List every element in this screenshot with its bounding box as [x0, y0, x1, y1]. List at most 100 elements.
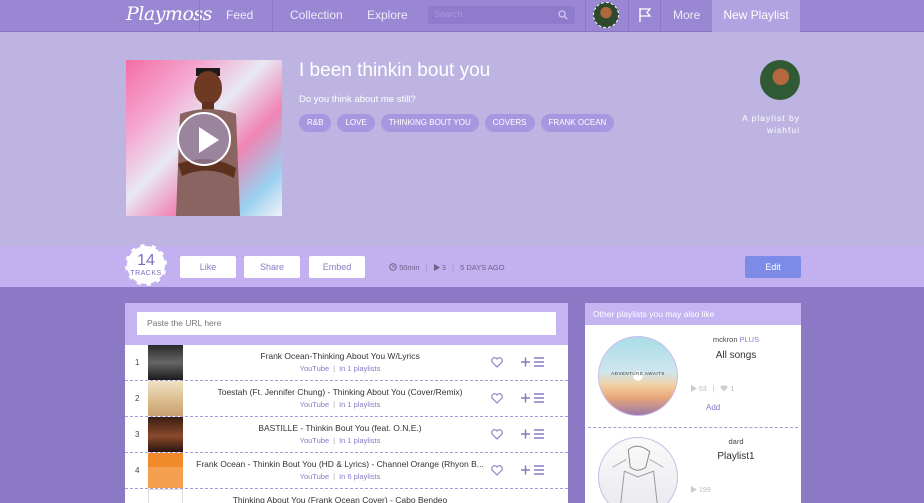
- track-source-link[interactable]: YouTube: [300, 436, 329, 445]
- related-playlist-card[interactable]: dard Playlist1 199: [585, 427, 801, 503]
- nav-divider: [585, 0, 586, 32]
- track-row[interactable]: 1 Frank Ocean-Thinking About You W/Lyric…: [125, 345, 568, 381]
- edit-button[interactable]: Edit: [745, 256, 801, 278]
- plays-count: 199: [698, 487, 711, 494]
- nav-more-link[interactable]: More: [673, 0, 700, 32]
- add-track-bar: [125, 303, 568, 345]
- track-count: 14: [137, 252, 155, 269]
- track-source-link[interactable]: YouTube: [300, 364, 329, 373]
- like-button[interactable]: Like: [180, 256, 236, 278]
- nav-feed-link[interactable]: Feed: [226, 0, 253, 32]
- track-playlists-link[interactable]: In 1 playlists: [339, 436, 380, 445]
- track-thumbnail: [148, 489, 183, 503]
- playlist-meta: 50min | 3 | 5 DAYS AGO: [389, 263, 505, 272]
- flag-icon[interactable]: [638, 7, 652, 23]
- new-playlist-button[interactable]: New Playlist: [712, 0, 800, 32]
- nav-collection-link[interactable]: Collection: [290, 0, 343, 32]
- nav-divider: [660, 0, 661, 32]
- playlist-description: Do you think about me still?: [299, 94, 416, 105]
- track-row[interactable]: Thinking About You (Frank Ocean Cover) -…: [125, 489, 568, 503]
- tag-frank-ocean[interactable]: FRANK OCEAN: [540, 114, 615, 132]
- playlist-cover-image: [126, 60, 282, 216]
- track-meta: YouTube | In 1 playlists: [299, 364, 381, 373]
- search-input[interactable]: Search: [428, 6, 575, 24]
- track-title[interactable]: Toestah (Ft. Jennifer Chung) - Thinking …: [187, 387, 493, 397]
- track-count-badge: 14 TRACKS: [125, 244, 167, 286]
- track-thumbnail: [148, 345, 183, 380]
- playlist-disc-image[interactable]: ADVENTURE AWAITS: [598, 336, 678, 416]
- nav-divider: [272, 0, 273, 32]
- heart-icon[interactable]: [491, 465, 503, 476]
- tag-thinking-bout-you[interactable]: THINKING BOUT YOU: [380, 114, 479, 132]
- add-to-queue-icon[interactable]: [521, 465, 545, 476]
- related-playlist-name[interactable]: All songs: [685, 350, 787, 361]
- plus-badge: PLUS: [739, 335, 760, 344]
- playlist-action-bar: 14 TRACKS Like Share Embed 50min | 3 | 5…: [0, 244, 924, 287]
- track-row[interactable]: 4 Frank Ocean - Thinkin Bout You (HD & L…: [125, 453, 568, 489]
- owner-username[interactable]: mckron: [713, 335, 738, 344]
- top-navigation-bar: Playmoss Feed Collection Explore Search …: [0, 0, 924, 32]
- nav-divider: [199, 0, 200, 32]
- byline-label: A playlist by: [742, 113, 800, 123]
- track-number: 1: [135, 358, 140, 367]
- playlist-disc-image[interactable]: [598, 437, 678, 503]
- heart-icon[interactable]: [491, 357, 503, 368]
- duration: 50min: [399, 263, 420, 272]
- related-playlists-heading: Other playlists you may also like: [585, 303, 801, 325]
- embed-button[interactable]: Embed: [309, 256, 365, 278]
- tag-rnb[interactable]: R&B: [299, 114, 332, 132]
- add-to-queue-icon[interactable]: [521, 357, 545, 368]
- add-to-queue-icon[interactable]: [521, 393, 545, 404]
- add-to-queue-icon[interactable]: [521, 429, 545, 440]
- track-title[interactable]: Frank Ocean-Thinking About You W/Lyrics: [187, 351, 493, 361]
- play-button[interactable]: [177, 112, 231, 166]
- owner-username[interactable]: dard: [728, 437, 743, 446]
- related-playlist-name[interactable]: Playlist1: [685, 451, 787, 462]
- related-playlist-card[interactable]: ADVENTURE AWAITS mckron PLUS All songs 63…: [585, 325, 801, 427]
- track-number: 4: [135, 466, 140, 475]
- tracks-label: TRACKS: [130, 270, 162, 277]
- plays-icon: [433, 264, 440, 271]
- tag-covers[interactable]: COVERS: [484, 114, 535, 132]
- playlist-tags: R&B LOVE THINKING BOUT YOU COVERS FRANK …: [299, 114, 615, 132]
- playlist-header: I been thinkin bout you Do you think abo…: [0, 32, 924, 246]
- track-meta: YouTube | In 1 playlists: [299, 436, 381, 445]
- track-title[interactable]: BASTILLE - Thinkin Bout You (feat. O.N.E…: [187, 423, 493, 433]
- play-count: 3: [441, 263, 446, 272]
- track-playlists-link[interactable]: In 6 playlists: [339, 472, 380, 481]
- playlist-stats: 63 | 1: [691, 385, 734, 393]
- plays-icon: [691, 486, 697, 493]
- owner-name[interactable]: wishful: [742, 124, 800, 136]
- likes-count: 1: [730, 386, 735, 393]
- track-thumbnail: [148, 453, 183, 488]
- track-title[interactable]: Frank Ocean - Thinkin Bout You (HD & Lyr…: [187, 459, 493, 469]
- track-playlists-link[interactable]: In 1 playlists: [339, 400, 380, 409]
- heart-icon[interactable]: [491, 429, 503, 440]
- track-row[interactable]: 3 BASTILLE - Thinkin Bout You (feat. O.N…: [125, 417, 568, 453]
- track-meta: YouTube | In 6 playlists: [299, 472, 381, 481]
- add-playlist-link[interactable]: Add: [706, 403, 720, 412]
- user-avatar[interactable]: [593, 2, 619, 28]
- track-meta: YouTube | In 1 playlists: [299, 400, 381, 409]
- owner-avatar[interactable]: [760, 60, 800, 100]
- tag-love[interactable]: LOVE: [337, 114, 375, 132]
- search-icon[interactable]: [558, 10, 568, 20]
- share-button[interactable]: Share: [244, 256, 300, 278]
- track-row[interactable]: 2 Toestah (Ft. Jennifer Chung) - Thinkin…: [125, 381, 568, 417]
- track-number: 2: [135, 394, 140, 403]
- playlist-byline: A playlist by wishful: [742, 112, 800, 136]
- plays-count: 63: [698, 386, 707, 393]
- heart-icon[interactable]: [491, 393, 503, 404]
- track-url-input[interactable]: [137, 312, 556, 335]
- track-title[interactable]: Thinking About You (Frank Ocean Cover) -…: [187, 495, 493, 503]
- nav-explore-link[interactable]: Explore: [367, 0, 408, 32]
- playlist-title: I been thinkin bout you: [299, 60, 491, 81]
- clock-icon: [389, 263, 397, 271]
- track-list: 1 Frank Ocean-Thinking About You W/Lyric…: [125, 303, 568, 503]
- play-icon: [199, 127, 219, 153]
- track-source-link[interactable]: YouTube: [300, 472, 329, 481]
- track-playlists-link[interactable]: In 1 playlists: [339, 364, 380, 373]
- track-source-link[interactable]: YouTube: [300, 400, 329, 409]
- disc-sketch-image: [612, 445, 664, 503]
- disc-caption: ADVENTURE AWAITS: [611, 371, 665, 376]
